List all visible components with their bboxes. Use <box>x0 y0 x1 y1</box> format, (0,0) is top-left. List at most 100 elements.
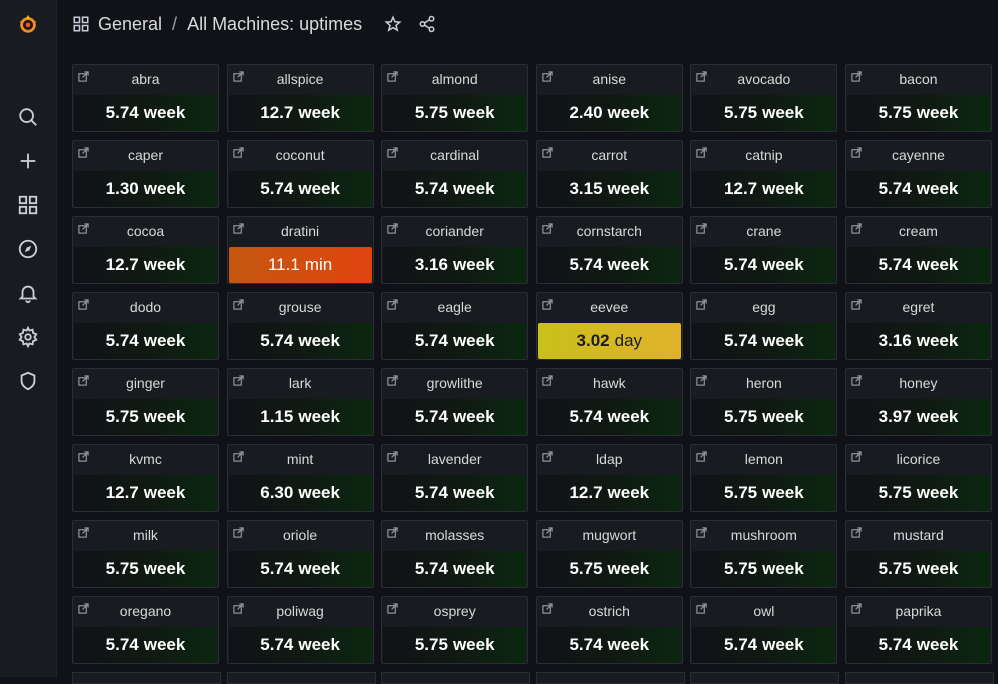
panel-title[interactable]: paprika <box>846 603 991 619</box>
panel-title[interactable]: eevee <box>537 299 682 315</box>
stat-panel[interactable]: growlithe 5.74 week <box>381 368 529 436</box>
stat-panel[interactable]: ostrich 5.74 week <box>535 596 683 664</box>
panel-title[interactable]: coconut <box>228 147 373 163</box>
panel-title[interactable]: lavender <box>382 451 527 467</box>
panel-title[interactable]: mushroom <box>691 527 836 543</box>
panel-title[interactable]: dodo <box>73 299 218 315</box>
stat-panel[interactable]: mint 6.30 week <box>226 444 374 512</box>
stat-panel[interactable]: almond 5.75 week <box>381 64 529 132</box>
stat-panel[interactable]: mugwort 5.75 week <box>535 520 683 588</box>
stat-panel[interactable]: caper 1.30 week <box>72 140 219 208</box>
stat-panel[interactable]: lavender 5.74 week <box>381 444 529 512</box>
panel-title[interactable]: milk <box>73 527 218 543</box>
panel-title[interactable]: mugwort <box>537 527 682 543</box>
stat-panel[interactable]: dratini 11.1 min <box>226 216 374 284</box>
stat-panel[interactable]: cardinal 5.74 week <box>381 140 529 208</box>
stat-panel[interactable]: poliwag 5.74 week <box>226 596 374 664</box>
stat-panel[interactable]: licorice 5.75 week <box>844 444 992 512</box>
grafana-logo-icon[interactable] <box>12 8 44 40</box>
panel-title[interactable]: owl <box>691 603 836 619</box>
panel-title[interactable]: lemon <box>691 451 836 467</box>
stat-panel[interactable]: heron 5.75 week <box>690 368 838 436</box>
stat-panel[interactable]: anise 2.40 week <box>535 64 683 132</box>
panel-title[interactable]: almond <box>382 71 527 87</box>
stat-panel[interactable]: mustard 5.75 week <box>844 520 992 588</box>
stat-panel[interactable]: crane 5.74 week <box>690 216 838 284</box>
panel-title[interactable]: catnip <box>691 147 836 163</box>
stat-panel[interactable]: kvmc 12.7 week <box>72 444 219 512</box>
panel-title[interactable]: caper <box>73 147 218 163</box>
stat-panel[interactable]: egret 3.16 week <box>844 292 992 360</box>
star-icon[interactable] <box>382 13 404 35</box>
stat-panel[interactable]: hawk 5.74 week <box>535 368 683 436</box>
panel-title[interactable]: cocoa <box>73 223 218 239</box>
stat-panel[interactable]: molasses 5.74 week <box>381 520 529 588</box>
breadcrumb-folder[interactable]: General <box>98 14 162 35</box>
stat-panel[interactable]: oriole 5.74 week <box>226 520 374 588</box>
panel-title[interactable]: coriander <box>382 223 527 239</box>
panel-title[interactable]: mint <box>228 451 373 467</box>
stat-panel[interactable]: owl 5.74 week <box>690 596 838 664</box>
gear-icon[interactable] <box>12 321 44 353</box>
stat-panel[interactable]: abra 5.74 week <box>72 64 219 132</box>
panel-title[interactable]: licorice <box>846 451 991 467</box>
shield-icon[interactable] <box>12 365 44 397</box>
panel-title[interactable]: egret <box>846 299 991 315</box>
stat-panel[interactable]: grouse 5.74 week <box>226 292 374 360</box>
panel-title[interactable]: osprey <box>382 603 527 619</box>
stat-panel[interactable]: osprey 5.75 week <box>381 596 529 664</box>
stat-panel[interactable]: eevee 3.02 day <box>535 292 683 360</box>
stat-panel[interactable]: bacon 5.75 week <box>844 64 992 132</box>
plus-icon[interactable] <box>12 145 44 177</box>
stat-panel[interactable]: paprika 5.74 week <box>844 596 992 664</box>
stat-panel[interactable]: honey 3.97 week <box>844 368 992 436</box>
panel-title[interactable]: abra <box>73 71 218 87</box>
panel-title[interactable]: grouse <box>228 299 373 315</box>
stat-panel[interactable]: catnip 12.7 week <box>690 140 838 208</box>
panel-title[interactable]: ostrich <box>537 603 682 619</box>
stat-panel[interactable]: cocoa 12.7 week <box>72 216 219 284</box>
panel-title[interactable]: dratini <box>228 223 373 239</box>
explore-icon[interactable] <box>12 233 44 265</box>
stat-panel[interactable]: lark 1.15 week <box>226 368 374 436</box>
panel-title[interactable]: egg <box>691 299 836 315</box>
panel-title[interactable]: molasses <box>382 527 527 543</box>
panel-title[interactable]: avocado <box>691 71 836 87</box>
panel-title[interactable]: ldap <box>537 451 682 467</box>
panel-title[interactable]: cardinal <box>382 147 527 163</box>
panel-title[interactable]: poliwag <box>228 603 373 619</box>
panel-title[interactable]: carrot <box>537 147 682 163</box>
panel-title[interactable]: bacon <box>846 71 991 87</box>
panel-title[interactable]: oregano <box>73 603 218 619</box>
stat-panel[interactable]: ginger 5.75 week <box>72 368 219 436</box>
stat-panel[interactable]: cayenne 5.74 week <box>844 140 992 208</box>
panel-title[interactable]: mustard <box>846 527 991 543</box>
stat-panel[interactable]: lemon 5.75 week <box>690 444 838 512</box>
dashboard-title[interactable]: All Machines: uptimes <box>187 14 362 35</box>
stat-panel[interactable]: dodo 5.74 week <box>72 292 219 360</box>
stat-panel[interactable]: avocado 5.75 week <box>690 64 838 132</box>
panel-title[interactable]: oriole <box>228 527 373 543</box>
stat-panel[interactable]: cream 5.74 week <box>844 216 992 284</box>
bell-icon[interactable] <box>12 277 44 309</box>
stat-panel[interactable]: mushroom 5.75 week <box>690 520 838 588</box>
stat-panel[interactable]: coriander 3.16 week <box>381 216 529 284</box>
dashboards-icon[interactable] <box>12 189 44 221</box>
stat-panel[interactable]: coconut 5.74 week <box>226 140 374 208</box>
panel-title[interactable]: crane <box>691 223 836 239</box>
stat-panel[interactable]: milk 5.75 week <box>72 520 219 588</box>
share-icon[interactable] <box>416 13 438 35</box>
panel-title[interactable]: heron <box>691 375 836 391</box>
panel-title[interactable]: eagle <box>382 299 527 315</box>
panel-title[interactable]: kvmc <box>73 451 218 467</box>
stat-panel[interactable]: egg 5.74 week <box>690 292 838 360</box>
stat-panel[interactable]: eagle 5.74 week <box>381 292 529 360</box>
panel-title[interactable]: ginger <box>73 375 218 391</box>
stat-panel[interactable]: carrot 3.15 week <box>535 140 683 208</box>
panel-title[interactable]: honey <box>846 375 991 391</box>
stat-panel[interactable]: allspice 12.7 week <box>226 64 374 132</box>
panel-title[interactable]: allspice <box>228 71 373 87</box>
panel-title[interactable]: cayenne <box>846 147 991 163</box>
panel-title[interactable]: lark <box>228 375 373 391</box>
stat-panel[interactable]: oregano 5.74 week <box>72 596 219 664</box>
